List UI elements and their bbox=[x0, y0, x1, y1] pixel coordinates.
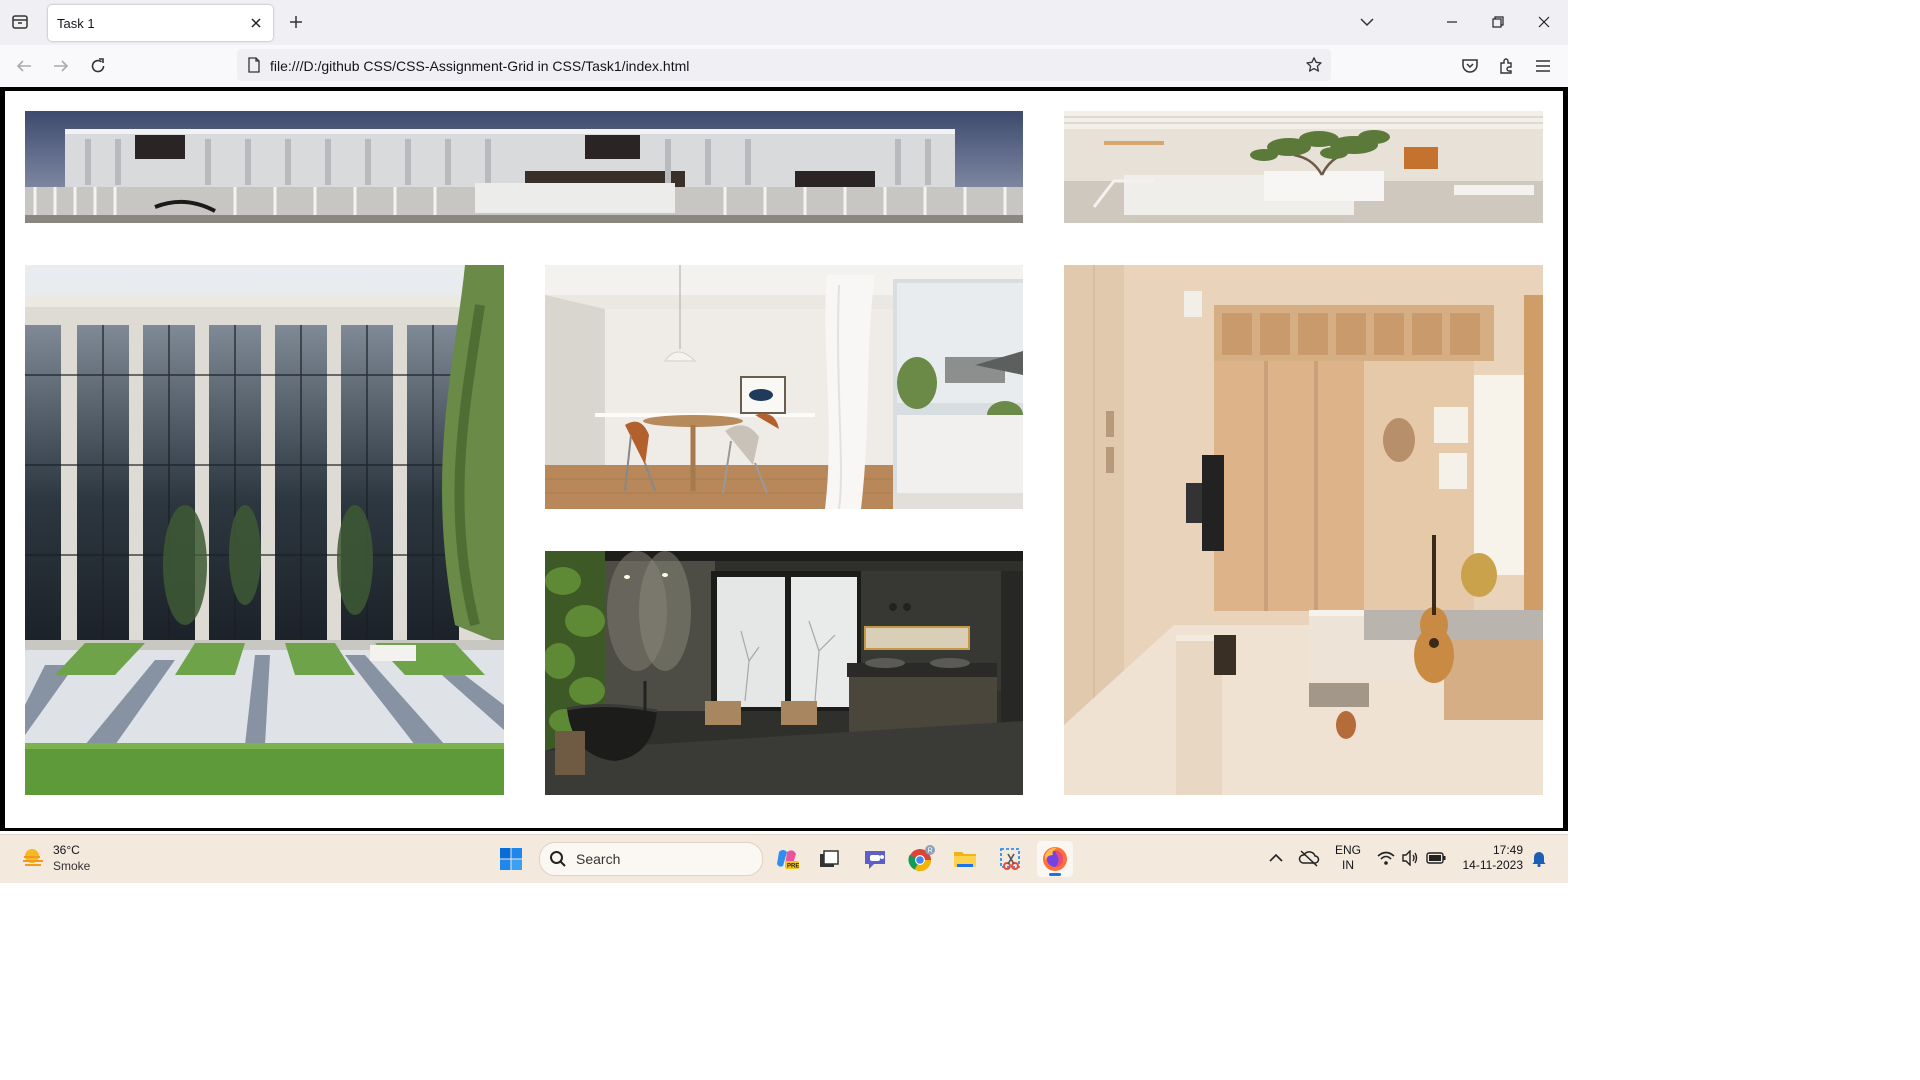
clock-time: 17:49 bbox=[1492, 843, 1523, 857]
firefox-icon[interactable] bbox=[1037, 841, 1073, 877]
battery-icon[interactable] bbox=[1425, 847, 1447, 869]
search-icon bbox=[549, 850, 567, 868]
forward-icon[interactable] bbox=[48, 53, 74, 79]
firefox-view-icon[interactable] bbox=[8, 10, 32, 34]
language-code: ENG bbox=[1335, 843, 1362, 857]
gallery-image-bathroom bbox=[545, 551, 1023, 795]
weather-description[interactable]: Smoke bbox=[53, 859, 90, 873]
search-placeholder: Search bbox=[576, 851, 621, 867]
gallery-image-dining-room bbox=[545, 265, 1023, 509]
weather-smoke-icon[interactable] bbox=[20, 845, 46, 871]
minimize-icon[interactable] bbox=[1437, 8, 1467, 36]
close-window-icon[interactable] bbox=[1529, 8, 1559, 36]
copilot-icon[interactable]: PRE bbox=[769, 841, 805, 877]
pocket-icon[interactable] bbox=[1457, 53, 1483, 79]
teams-chat-icon[interactable] bbox=[857, 841, 893, 877]
taskbar-search-box[interactable]: Search bbox=[539, 842, 763, 876]
page-icon bbox=[245, 56, 263, 74]
reload-icon[interactable] bbox=[85, 53, 111, 79]
tab-title: Task 1 bbox=[57, 16, 95, 31]
app-menu-icon[interactable] bbox=[1530, 53, 1556, 79]
windows-start-icon[interactable] bbox=[493, 841, 529, 877]
tab-bar: Task 1 bbox=[0, 0, 1568, 45]
browser-tab[interactable]: Task 1 bbox=[48, 5, 273, 41]
clock-date: 14-11-2023 bbox=[1462, 858, 1524, 872]
snipping-tool-icon[interactable] bbox=[993, 841, 1029, 877]
address-bar[interactable]: file:///D:/github CSS/CSS-Assignment-Gri… bbox=[237, 49, 1331, 81]
back-icon[interactable] bbox=[11, 53, 37, 79]
region-code: IN bbox=[1342, 858, 1354, 872]
notification-bell-icon[interactable] bbox=[1528, 847, 1550, 869]
wifi-icon[interactable] bbox=[1375, 847, 1397, 869]
list-all-tabs-icon[interactable] bbox=[1355, 10, 1379, 34]
page-content bbox=[0, 87, 1568, 831]
navigation-toolbar: file:///D:/github CSS/CSS-Assignment-Gri… bbox=[0, 45, 1568, 87]
url-text: file:///D:/github CSS/CSS-Assignment-Gri… bbox=[270, 58, 690, 74]
image-grid bbox=[5, 91, 1563, 828]
gallery-image-office-building bbox=[25, 265, 504, 795]
gallery-image-building bbox=[25, 111, 1023, 223]
weather-temperature[interactable]: 36°C bbox=[53, 843, 80, 857]
gallery-image-wooden-studio bbox=[1064, 265, 1543, 795]
input-language-indicator[interactable]: ENG IN bbox=[1335, 843, 1361, 873]
windows-taskbar: 36°C Smoke Search PRE R ENG IN 17:49 14-… bbox=[0, 834, 1568, 883]
svg-text:PRE: PRE bbox=[787, 864, 799, 870]
svg-text:R: R bbox=[928, 848, 933, 855]
volume-icon[interactable] bbox=[1399, 847, 1421, 869]
chrome-icon[interactable]: R bbox=[903, 841, 939, 877]
file-explorer-icon[interactable] bbox=[947, 841, 983, 877]
extensions-icon[interactable] bbox=[1494, 53, 1520, 79]
task-view-icon[interactable] bbox=[811, 841, 847, 877]
restore-icon[interactable] bbox=[1483, 8, 1513, 36]
new-tab-icon[interactable] bbox=[284, 10, 308, 34]
onedrive-offline-icon[interactable] bbox=[1298, 847, 1320, 869]
show-hidden-icons-chevron-up-icon[interactable] bbox=[1265, 847, 1287, 869]
gallery-image-living-room bbox=[1064, 111, 1543, 223]
close-tab-icon[interactable] bbox=[245, 12, 267, 34]
bookmark-star-icon[interactable] bbox=[1303, 54, 1325, 76]
system-clock[interactable]: 17:49 14-11-2023 bbox=[1455, 843, 1524, 873]
